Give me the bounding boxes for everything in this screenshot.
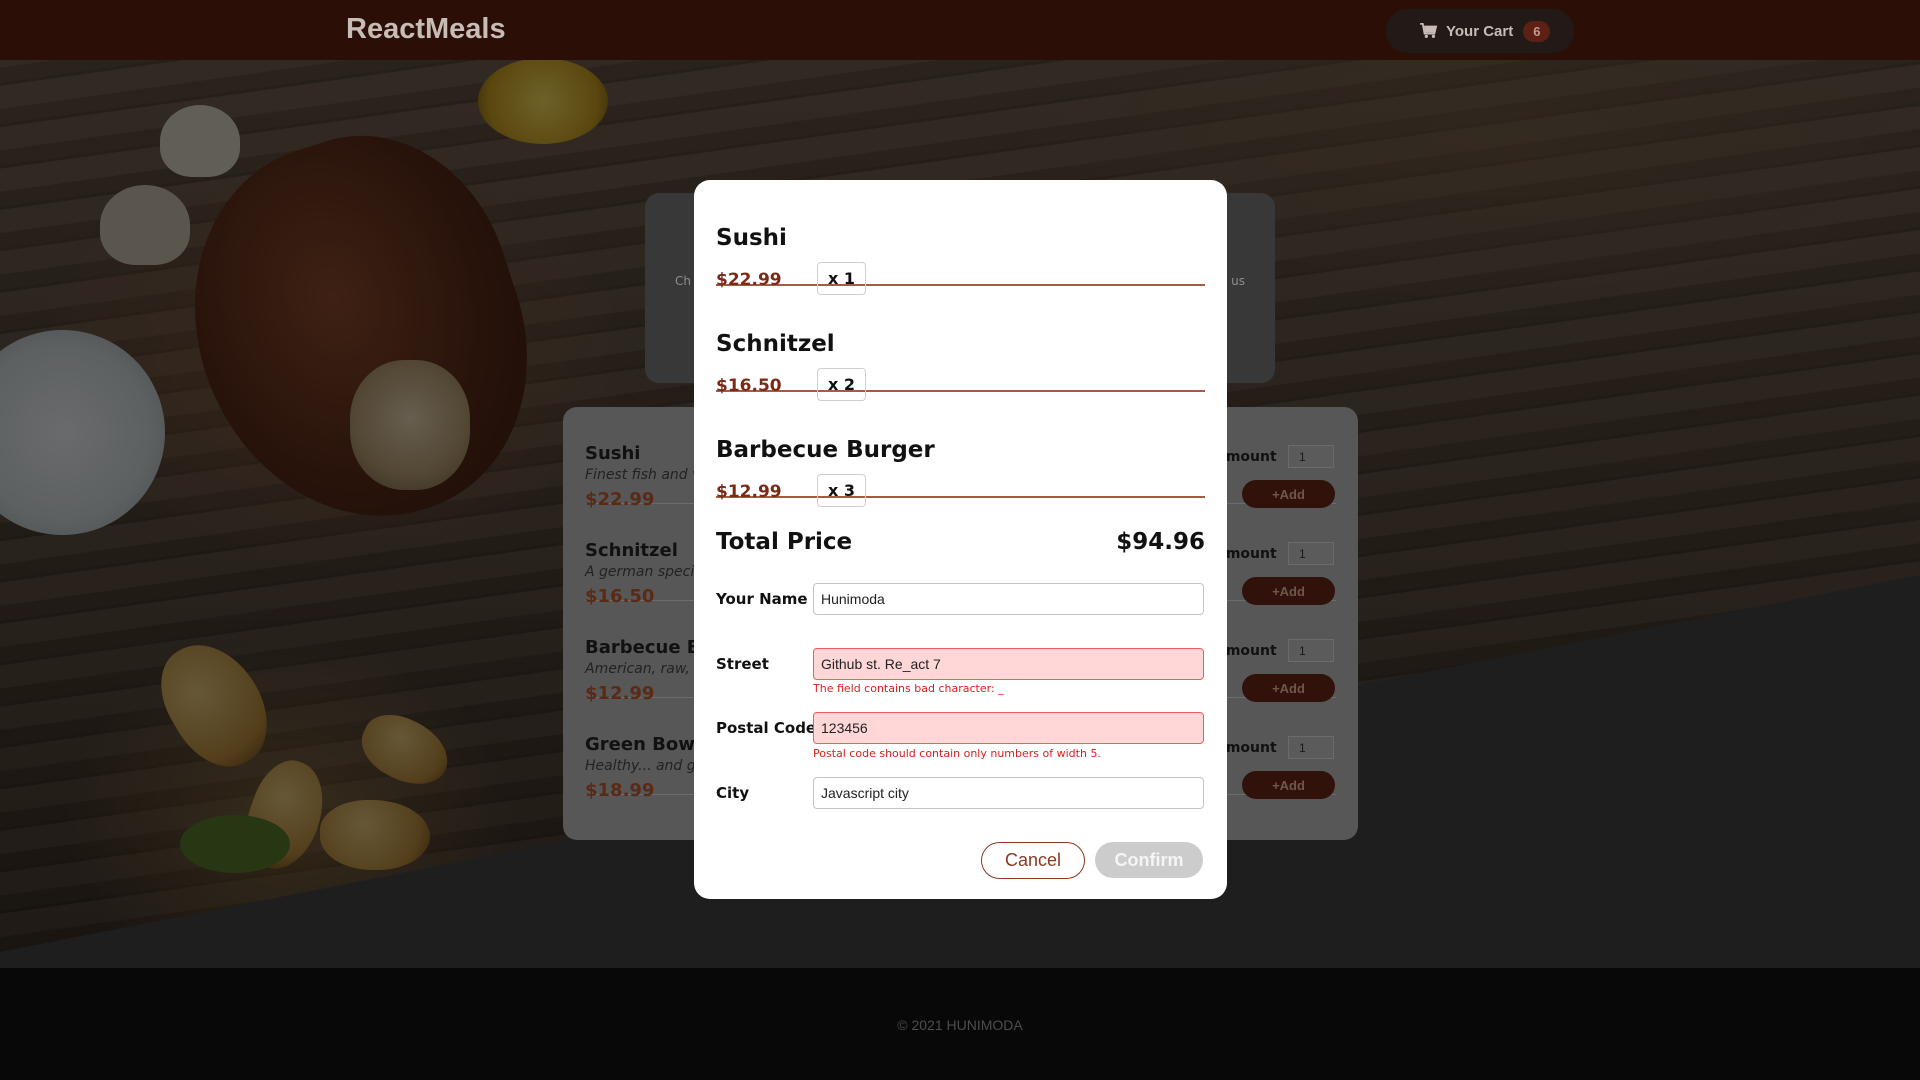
confirm-button[interactable]: Confirm	[1095, 842, 1203, 878]
app-header: ReactMeals Your Cart 6	[0, 0, 1920, 60]
postal-code-error-message: Postal code should contain only numbers …	[813, 747, 1101, 760]
postal-code-input[interactable]	[813, 712, 1204, 744]
cart-button[interactable]: Your Cart 6	[1386, 9, 1574, 53]
name-input[interactable]	[813, 583, 1204, 615]
meal-price: $18.99	[585, 780, 655, 801]
city-label: City	[716, 784, 750, 802]
cart-item-price: $12.99	[716, 482, 782, 502]
cart-modal: Sushi $22.99 x 1 Schnitzel $16.50 x 2 Ba…	[694, 180, 1227, 899]
summary-text-left: Ch	[675, 274, 691, 288]
street-input[interactable]	[813, 648, 1204, 680]
amount-input[interactable]	[1288, 445, 1334, 468]
total-price-value: $94.96	[1116, 529, 1205, 555]
meal-description: Healthy... and gr	[585, 758, 702, 774]
cart-item: Barbecue Burger $12.99 x 3	[716, 392, 1205, 507]
street-error-message: The field contains bad character: _	[813, 682, 1004, 695]
cart-count-badge: 6	[1523, 20, 1551, 42]
app-logo: ReactMeals	[346, 13, 506, 45]
meal-name: Green Bowl	[585, 734, 702, 755]
meal-name: Schnitzel	[585, 540, 678, 561]
cart-icon	[1420, 23, 1438, 38]
amount-input[interactable]	[1288, 542, 1334, 565]
cart-item-name: Schnitzel	[716, 331, 835, 357]
copyright-text: © 2021 HUNIMODA	[897, 1017, 1023, 1033]
page-footer: © 2021 HUNIMODA	[0, 968, 1920, 1080]
cart-item-name: Barbecue Burger	[716, 437, 935, 463]
cart-item-name: Sushi	[716, 225, 787, 251]
amount-input[interactable]	[1288, 736, 1334, 759]
city-input[interactable]	[813, 777, 1204, 809]
meal-name: Sushi	[585, 443, 641, 464]
amount-input[interactable]	[1288, 639, 1334, 662]
postal-code-label: Postal Code	[716, 719, 817, 737]
add-button[interactable]: +Add	[1242, 771, 1335, 799]
cart-item-quantity: x 3	[817, 474, 866, 507]
meal-description: A german speci	[585, 564, 695, 580]
street-label: Street	[716, 655, 769, 673]
total-price-label: Total Price	[716, 529, 853, 555]
cancel-button[interactable]: Cancel	[981, 842, 1085, 879]
meal-description: American, raw, m	[585, 661, 708, 677]
cart-item: Sushi $22.99 x 1	[716, 180, 1205, 295]
summary-text-right: us	[1231, 274, 1245, 288]
cart-item: Schnitzel $16.50 x 2	[716, 286, 1205, 401]
name-label: Your Name	[716, 590, 808, 608]
meal-description: Finest fish and v	[585, 467, 701, 483]
cart-label: Your Cart	[1446, 22, 1514, 40]
